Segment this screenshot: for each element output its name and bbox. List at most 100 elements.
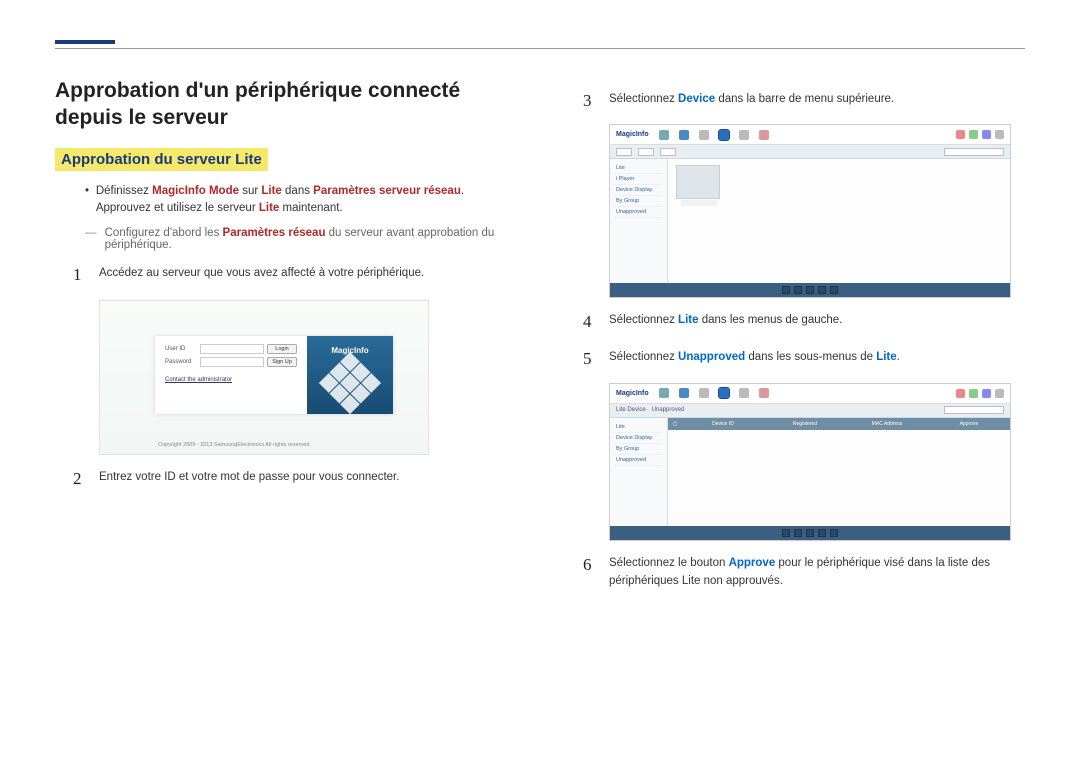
text: Définissez	[96, 185, 152, 197]
col-mac: MAC Address	[846, 421, 928, 427]
nav-icon	[659, 130, 669, 140]
step-text: Sélectionnez Device dans la barre de men…	[609, 87, 1025, 114]
app-brand: MagicInfo	[616, 390, 649, 397]
col-device-id: Device ID	[682, 421, 764, 427]
bullet-dot: •	[85, 183, 96, 218]
step-4: 4 Sélectionnez Lite dans les menus de ga…	[583, 308, 1025, 335]
text: maintenant.	[279, 202, 342, 214]
text: dans	[282, 185, 313, 197]
emphasis: Paramètres réseau	[223, 227, 326, 239]
text: dans les menus de gauche.	[699, 314, 843, 326]
nav-icon-device-selected	[719, 130, 729, 140]
right-column: 3 Sélectionnez Device dans la barre de m…	[565, 77, 1025, 600]
emphasis: Lite	[876, 351, 896, 363]
nav-icon	[699, 130, 709, 140]
user-icon	[982, 389, 991, 398]
emphasis: MagicInfo Mode	[152, 185, 239, 197]
nav-icon	[759, 130, 769, 140]
text: Sélectionnez	[609, 351, 678, 363]
text: sur	[239, 185, 261, 197]
login-button: Login	[267, 344, 297, 354]
step-number: 1	[73, 261, 99, 288]
screenshot-login: User ID Login Password Sign Up Contact t…	[99, 300, 429, 455]
screenshot-unapproved: MagicInfo Lite Device	[609, 383, 1011, 541]
sidebar: Lite i Player Device Display By Group Un…	[610, 159, 668, 283]
left-column: Approbation d'un périphérique connecté d…	[55, 77, 515, 600]
text: Sélectionnez le bouton	[609, 557, 729, 569]
step-3: 3 Sélectionnez Device dans la barre de m…	[583, 87, 1025, 114]
user-icon	[982, 130, 991, 139]
user-icon	[956, 389, 965, 398]
nav-icon	[759, 388, 769, 398]
accent-bar	[55, 40, 115, 44]
user-icon	[969, 130, 978, 139]
text: .	[897, 351, 900, 363]
emphasis: Paramètres serveur réseau	[313, 185, 461, 197]
table-header: ▢ Device ID Registered MAC Address Appro…	[668, 418, 1010, 430]
label-password: Password	[165, 359, 197, 365]
emphasis: Lite	[678, 314, 698, 326]
user-icon	[995, 130, 1004, 139]
emphasis: Lite	[261, 185, 281, 197]
tab-unapproved: Unapproved	[652, 407, 685, 413]
text: dans les sous-menus de	[745, 351, 876, 363]
pager	[610, 526, 1010, 540]
sidebar-item: Unapproved	[614, 207, 663, 218]
text: Sélectionnez	[609, 314, 678, 326]
col-checkbox: ▢	[668, 421, 682, 427]
emphasis: Device	[678, 93, 715, 105]
screenshot-device: MagicInfo	[609, 124, 1011, 298]
dash: ―	[85, 227, 105, 251]
col-approve: Approve	[928, 421, 1010, 427]
text: Sélectionnez	[609, 93, 678, 105]
emphasis: Unapproved	[678, 351, 745, 363]
step-6: 6 Sélectionnez le bouton Approve pour le…	[583, 551, 1025, 591]
step-text: Sélectionnez Lite dans les menus de gauc…	[609, 308, 1025, 335]
step-text: Sélectionnez le bouton Approve pour le p…	[609, 551, 1025, 591]
user-icon	[995, 389, 1004, 398]
text: dans la barre de menu supérieure.	[715, 93, 894, 105]
sidebar-item: By Group	[614, 444, 663, 455]
nav-icon	[679, 130, 689, 140]
nav-icon	[679, 388, 689, 398]
step-number: 3	[583, 87, 609, 114]
input-password	[200, 357, 264, 367]
step-number: 6	[583, 551, 609, 591]
search-box	[944, 406, 1004, 414]
step-text: Accédez au serveur que vous avez affecté…	[99, 261, 515, 288]
dash-note: ― Configurez d'abord les Paramètres rése…	[85, 227, 515, 251]
section-subheading: Approbation du serveur Lite	[55, 148, 268, 171]
step-text: Sélectionnez Unapproved dans les sous-me…	[609, 345, 1025, 372]
search-box	[944, 148, 1004, 156]
sidebar-item: Device Display	[614, 185, 663, 196]
contact-admin-link: Contact the administrator	[165, 377, 297, 383]
step-5: 5 Sélectionnez Unapproved dans les sous-…	[583, 345, 1025, 372]
step-2: 2 Entrez votre ID et votre mot de passe …	[73, 465, 515, 492]
sidebar-item: i Player	[614, 174, 663, 185]
nav-icon-device-selected	[719, 388, 729, 398]
nav-icon	[739, 130, 749, 140]
copyright: Copyright 2009 - 2013 SamsungElectronics…	[158, 442, 311, 448]
step-number: 2	[73, 465, 99, 492]
pager	[610, 283, 1010, 297]
horizontal-rule	[55, 48, 1025, 49]
app-brand: MagicInfo	[616, 131, 649, 138]
emphasis: Lite	[259, 202, 279, 214]
sidebar: Lite Device Display By Group Unapproved	[610, 418, 668, 526]
col-registered: Registered	[764, 421, 846, 427]
sidebar-item: By Group	[614, 196, 663, 207]
sidebar-item: Unapproved	[614, 455, 663, 466]
nav-icon	[659, 388, 669, 398]
tab-lite-device: Lite Device	[616, 407, 646, 413]
user-icon	[956, 130, 965, 139]
emphasis: Approve	[729, 557, 776, 569]
step-number: 4	[583, 308, 609, 335]
device-thumbnail	[676, 165, 720, 199]
sidebar-item: Lite	[614, 163, 663, 174]
step-text: Entrez votre ID et votre mot de passe po…	[99, 465, 515, 492]
page-title: Approbation d'un périphérique connecté d…	[55, 77, 515, 132]
brand-diamond-graphic	[319, 352, 381, 414]
signup-button: Sign Up	[267, 357, 297, 367]
text: Configurez d'abord les	[105, 227, 223, 239]
sidebar-item: Device Display	[614, 433, 663, 444]
